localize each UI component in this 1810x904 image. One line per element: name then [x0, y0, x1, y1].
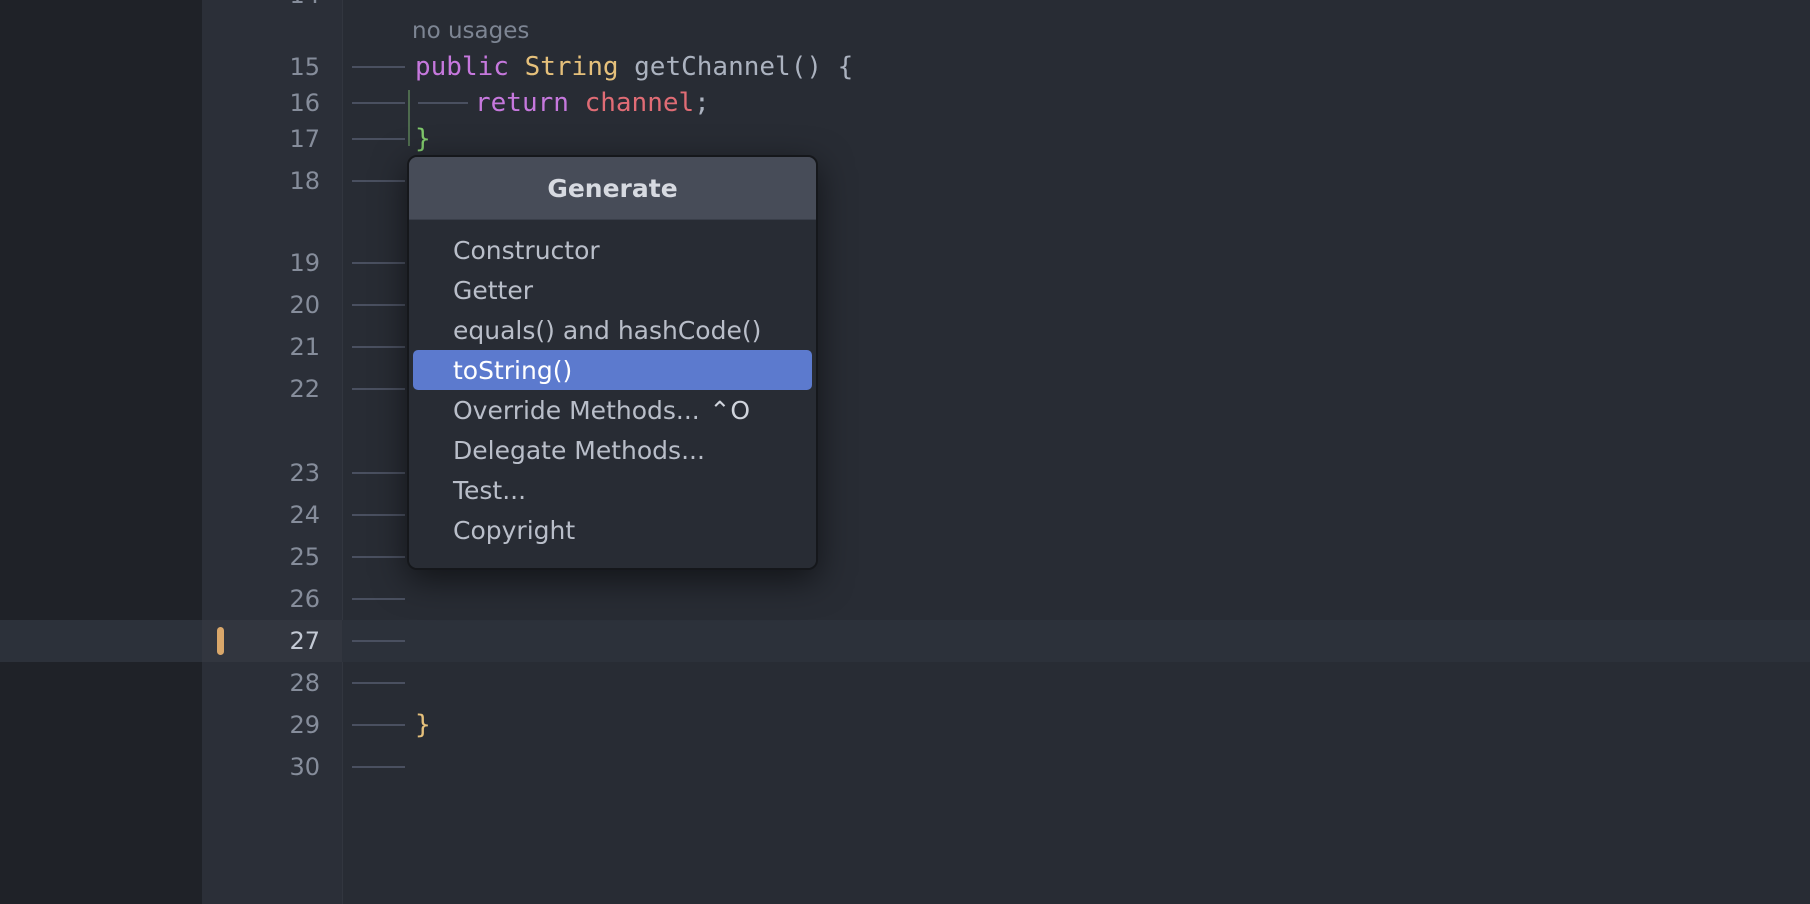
line-number: 26 — [202, 578, 342, 620]
code-token: ; — [694, 88, 710, 118]
indent-guide — [352, 724, 405, 726]
line-number: 28 — [202, 662, 342, 704]
current-line-marker — [217, 627, 224, 655]
indent-guide — [352, 640, 405, 642]
indent-guide — [352, 556, 405, 558]
indent-guide — [352, 180, 405, 182]
line-number: 17 — [202, 118, 342, 160]
indent-guide — [352, 138, 405, 140]
code-token: public — [415, 52, 509, 82]
generate-menu-item-label: Delegate Methods... — [453, 436, 705, 465]
line-number: 30 — [202, 746, 342, 788]
line-number: 29 — [202, 704, 342, 746]
generate-popup-title: Generate — [547, 174, 677, 203]
code-line-row[interactable]: 21 — [0, 326, 1810, 368]
code-line-row[interactable]: 30 — [0, 746, 1810, 788]
indent-guide — [352, 262, 405, 264]
code-token: } — [415, 124, 431, 154]
code-token: String — [525, 52, 619, 82]
generate-menu-item[interactable]: Override Methods... ⌃O — [413, 390, 812, 430]
code-line-row[interactable]: 29} — [0, 704, 1810, 746]
generate-popup-header: Generate — [409, 157, 816, 220]
line-number: 20 — [202, 284, 342, 326]
line-number: 25 — [202, 536, 342, 578]
generate-popup[interactable]: Generate Constructor Getter equals() and h… — [407, 155, 818, 570]
indent-guide — [352, 598, 405, 600]
line-number: 21 — [202, 326, 342, 368]
generate-menu-item-label: toString() — [453, 356, 572, 385]
indent-guide — [352, 766, 405, 768]
code-token — [822, 52, 838, 82]
generate-menu-item-label: Override Methods... — [453, 396, 700, 425]
generate-menu-item[interactable]: Test... — [413, 470, 812, 510]
code-line-row[interactable]: 18 — [0, 160, 1810, 202]
code-line-row[interactable]: 27 — [0, 620, 1810, 662]
code-token: return — [475, 88, 569, 118]
generate-menu-item[interactable]: toString() — [413, 350, 812, 390]
code-line-row[interactable]: 19 — [0, 242, 1810, 284]
line-number: 19 — [202, 242, 342, 284]
generate-menu-item-label: Test... — [453, 476, 526, 505]
code-text[interactable]: } — [415, 704, 431, 746]
line-number: 22 — [202, 368, 342, 410]
code-token — [509, 52, 525, 82]
code-line-row[interactable]: 25} — [0, 536, 1810, 578]
generate-menu-item[interactable]: Getter — [413, 270, 812, 310]
code-line-row[interactable]: 20 — [0, 284, 1810, 326]
code-token — [569, 88, 585, 118]
code-token: } — [415, 710, 431, 740]
indent-guide — [352, 682, 405, 684]
line-number: 23 — [202, 452, 342, 494]
indent-guide — [352, 66, 405, 68]
code-token: channel — [585, 88, 695, 118]
code-line-row[interactable]: 17} — [0, 118, 1810, 160]
indent-guide — [352, 388, 405, 390]
code-token: { — [838, 52, 854, 82]
code-token: getChannel — [634, 52, 791, 82]
generate-menu-item-shortcut: ⌃O — [709, 396, 796, 425]
code-line-row[interactable]: 24 — [0, 494, 1810, 536]
indent-guide — [352, 304, 405, 306]
generate-menu-item[interactable]: Constructor — [413, 230, 812, 270]
ide-window: 14no usages15public String getChannel() … — [0, 0, 1810, 904]
indent-guide — [352, 514, 405, 516]
code-line-row[interactable]: 26 — [0, 578, 1810, 620]
generate-menu-item[interactable]: Delegate Methods... — [413, 430, 812, 470]
code-line-row[interactable]: 22 — [0, 368, 1810, 410]
indent-guide — [352, 346, 405, 348]
indent-guide — [352, 102, 405, 104]
code-token — [619, 52, 635, 82]
code-line-row[interactable]: 23{ — [0, 452, 1810, 494]
indent-guide — [352, 472, 405, 474]
code-line-row[interactable]: 28 — [0, 662, 1810, 704]
generate-menu-item[interactable]: Copyright — [413, 510, 812, 550]
method-body-guide — [408, 90, 410, 146]
indent-guide — [418, 102, 468, 104]
code-text[interactable]: } — [415, 118, 431, 160]
line-number: 24 — [202, 494, 342, 536]
code-token: () — [791, 52, 822, 82]
generate-menu-item-label: Copyright — [453, 516, 575, 545]
generate-menu-item-label: Getter — [453, 276, 533, 305]
generate-menu-item-label: equals() and hashCode() — [453, 316, 761, 345]
generate-menu-item[interactable]: equals() and hashCode() — [413, 310, 812, 350]
line-number: 18 — [202, 160, 342, 202]
generate-menu-item-label: Constructor — [453, 236, 600, 265]
generate-popup-list[interactable]: Constructor Getter equals() and hashCode()… — [409, 220, 816, 568]
